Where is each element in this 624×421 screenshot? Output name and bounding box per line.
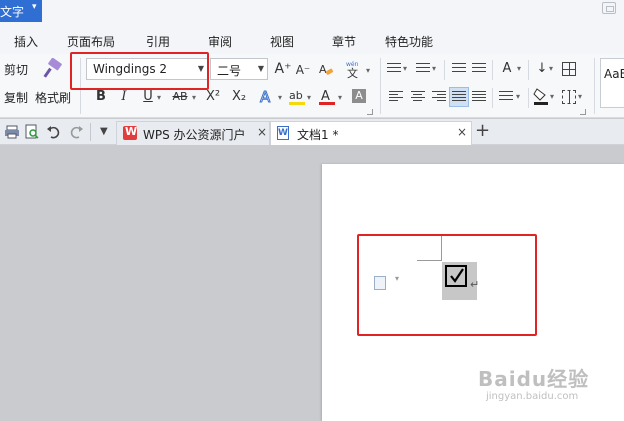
toolbar-divider (492, 88, 493, 108)
print-icon[interactable] (4, 124, 20, 140)
toolbar-divider (492, 60, 493, 80)
distributed-align-icon[interactable] (472, 91, 486, 103)
font-size-value: 二号 (217, 64, 242, 78)
svg-text:文: 文 (347, 66, 358, 80)
chevron-down-icon[interactable]: ▾ (516, 92, 520, 101)
chevron-down-icon[interactable]: ▾ (578, 92, 582, 101)
toolbar-divider (528, 88, 529, 108)
subscript-button[interactable]: X₂ (228, 87, 250, 107)
chevron-down-icon[interactable]: ▾ (432, 64, 436, 73)
font-dialog-launcher-icon[interactable] (367, 109, 373, 115)
justify-button[interactable] (449, 87, 469, 107)
paragraph-dialog-launcher-icon[interactable] (580, 109, 586, 115)
numbered-list-icon[interactable] (416, 63, 430, 75)
chevron-down-icon[interactable]: ▾ (307, 93, 311, 102)
tab-view[interactable]: 视图 (270, 33, 294, 50)
highlight-color-icon[interactable]: ab (288, 87, 306, 107)
tab-label: 文档1 * (297, 128, 339, 142)
copy-button[interactable]: 复制 (4, 89, 28, 106)
table-borders-icon[interactable] (562, 62, 576, 76)
bullet-list-icon[interactable] (387, 63, 401, 75)
document-tab-bar: ▼ WPS 办公资源门户 × 文档1 * × + (0, 119, 624, 145)
new-tab-button[interactable]: + (475, 120, 490, 141)
underline-button[interactable]: U (138, 87, 158, 107)
tab-references[interactable]: 引用 (146, 33, 170, 50)
wps-logo-icon (123, 125, 137, 140)
app-menu-button[interactable]: 文字 ▾ (0, 0, 42, 22)
grow-font-button[interactable]: A⁺ (273, 59, 293, 79)
tab-section[interactable]: 章节 (332, 33, 356, 50)
window-restore-icon[interactable] (602, 2, 616, 14)
quick-access-dropdown-icon[interactable]: ▼ (100, 126, 108, 137)
tabbar-divider (90, 123, 91, 141)
bold-button[interactable]: B (91, 87, 111, 107)
chevron-down-icon[interactable]: ▾ (550, 92, 554, 101)
align-center-icon[interactable] (411, 91, 425, 103)
increase-indent-icon[interactable] (472, 63, 486, 75)
italic-button[interactable]: I (114, 87, 134, 107)
chevron-down-icon[interactable]: ▾ (403, 64, 407, 73)
font-name-highlight-box (70, 52, 209, 90)
title-bar: 文字 ▾ (0, 0, 624, 28)
strikethrough-button[interactable]: AB (168, 87, 192, 107)
character-shading-icon[interactable]: A (352, 89, 366, 103)
format-painter-icon[interactable] (40, 57, 66, 82)
redo-icon[interactable] (68, 124, 84, 140)
chevron-down-icon[interactable]: ▾ (278, 93, 282, 102)
watermark-main: Baidu经验 (478, 367, 590, 391)
font-size-combo[interactable]: 二号 ▼ (210, 58, 268, 80)
tab-label: WPS 办公资源门户 (143, 128, 246, 142)
line-spacing-icon[interactable] (499, 91, 513, 103)
watermark-sub: jingyan.baidu.com (486, 391, 579, 402)
chevron-down-icon[interactable]: ▾ (549, 64, 553, 73)
chevron-down-icon[interactable]: ▾ (157, 93, 161, 102)
tab-wps-portal[interactable]: WPS 办公资源门户 × (116, 121, 270, 145)
style-preview-label: AaB (604, 67, 624, 81)
cut-button[interactable]: 剪切 (4, 61, 28, 78)
clear-format-icon[interactable]: A (318, 61, 334, 77)
svg-text:A: A (319, 63, 327, 76)
style-preview[interactable]: AaB (600, 58, 624, 108)
tab-page-layout[interactable]: 页面布局 (67, 33, 115, 50)
shrink-font-button[interactable]: A⁻ (293, 60, 313, 80)
tab-document1[interactable]: 文档1 * × (270, 121, 472, 145)
chevron-down-icon[interactable]: ▾ (192, 93, 196, 102)
undo-icon[interactable] (46, 124, 62, 140)
tab-insert[interactable]: 插入 (14, 33, 38, 50)
svg-text:ab: ab (289, 89, 303, 102)
border-icon[interactable] (562, 90, 576, 104)
svg-text:A: A (321, 89, 330, 104)
toolbar-divider (380, 58, 381, 114)
print-preview-icon[interactable] (24, 124, 40, 140)
superscript-button[interactable]: X² (202, 87, 224, 107)
decrease-indent-icon[interactable] (452, 63, 466, 75)
svg-text:A: A (260, 88, 271, 106)
tab-special-features[interactable]: 特色功能 (385, 33, 433, 50)
document-icon (277, 126, 289, 140)
chevron-down-icon[interactable]: ▾ (517, 64, 521, 73)
symbol-highlight-box (357, 234, 537, 336)
paragraph-shading-icon[interactable] (533, 87, 549, 105)
chevron-down-icon: ▾ (32, 2, 37, 12)
chevron-down-icon[interactable]: ▾ (338, 93, 342, 102)
align-right-icon[interactable] (432, 91, 446, 103)
close-icon[interactable]: × (457, 125, 467, 139)
app-menu-label: 文字 (0, 5, 25, 19)
change-case-icon[interactable]: A (497, 59, 517, 79)
watermark: Baidu经验 jingyan.baidu.com (478, 363, 618, 413)
justify-icon (452, 91, 466, 103)
chevron-down-icon[interactable]: ▼ (258, 64, 264, 73)
format-painter-button[interactable]: 格式刷 (35, 89, 71, 106)
align-left-icon[interactable] (389, 91, 403, 103)
close-icon[interactable]: × (257, 125, 267, 139)
tab-review[interactable]: 审阅 (208, 33, 232, 50)
toolbar-divider (594, 58, 595, 114)
toolbar-divider (528, 60, 529, 80)
pinyin-guide-icon[interactable]: wén 文 (344, 58, 366, 80)
font-color-icon[interactable]: A (318, 87, 336, 107)
text-effect-icon[interactable]: A (258, 87, 276, 107)
chevron-down-icon[interactable]: ▾ (366, 66, 370, 75)
toolbar-divider (444, 60, 445, 80)
ribbon-tab-bar: 插入 页面布局 引用 审阅 视图 章节 特色功能 (0, 28, 624, 54)
